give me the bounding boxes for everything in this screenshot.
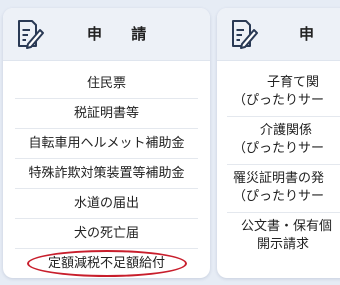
- menu-item-sublabel: （ぴったりサー: [233, 93, 325, 108]
- menu-item-label: 犬の死亡届: [73, 226, 139, 241]
- application-menu: 申 請 住民票 税証明書等 自転車用ヘルメット補助金 特殊詐欺対策装置等補助金 …: [0, 0, 340, 285]
- menu-item-sublabel: （ぴったりサー: [233, 141, 325, 156]
- card-title: 申 請: [299, 25, 340, 43]
- menu-item-sublabel: 開示請求: [257, 237, 310, 252]
- menu-item-label: 税証明書等: [73, 106, 139, 121]
- menu-item-public-document-disclosure[interactable]: 公文書・保有個 開示請求: [227, 213, 340, 260]
- application-list: 子育て関 （ぴったりサー 介護関係 （ぴったりサー 罹災証明書の発 （ぴったりサ…: [217, 69, 340, 260]
- menu-item-label: 自転車用ヘルメット補助金: [28, 136, 185, 151]
- menu-item-tax-certificate[interactable]: 税証明書等: [15, 99, 198, 129]
- application-card-left: 申 請 住民票 税証明書等 自転車用ヘルメット補助金 特殊詐欺対策装置等補助金 …: [3, 8, 210, 278]
- menu-item-bicycle-helmet-subsidy[interactable]: 自転車用ヘルメット補助金: [15, 129, 198, 159]
- application-list: 住民票 税証明書等 自転車用ヘルメット補助金 特殊詐欺対策装置等補助金 水道の届…: [3, 69, 210, 278]
- document-pen-icon: [18, 20, 44, 49]
- card-title: 申 請: [87, 25, 159, 43]
- menu-item-water-notification[interactable]: 水道の届出: [15, 189, 198, 219]
- menu-item-dog-death-notice[interactable]: 犬の死亡届: [15, 219, 198, 249]
- menu-item-resident-record[interactable]: 住民票: [15, 69, 198, 99]
- menu-item-label: 罹災証明書の発: [233, 171, 325, 186]
- menu-item-fraud-prevention-subsidy[interactable]: 特殊詐欺対策装置等補助金: [15, 159, 198, 189]
- menu-item-label: 定額減税不足額給付: [47, 256, 165, 271]
- menu-item-nursing-care[interactable]: 介護関係 （ぴったりサー: [227, 117, 340, 165]
- card-header: 申 請: [3, 8, 210, 61]
- card-header: 申 請: [217, 8, 340, 61]
- menu-item-label: 介護関係: [260, 123, 313, 138]
- document-pen-icon: [232, 20, 258, 49]
- menu-item-label: 水道の届出: [73, 196, 139, 211]
- menu-item-label: 子育て関: [267, 75, 320, 90]
- menu-item-sublabel: （ぴったりサー: [233, 189, 325, 204]
- menu-item-label: 特殊詐欺対策装置等補助金: [28, 166, 185, 181]
- menu-item-tax-reduction-shortfall-benefit[interactable]: 定額減税不足額給付: [15, 249, 198, 278]
- menu-item-childcare[interactable]: 子育て関 （ぴったりサー: [227, 69, 340, 117]
- menu-item-disaster-certificate[interactable]: 罹災証明書の発 （ぴったりサー: [227, 165, 340, 213]
- application-card-right: 申 請 子育て関 （ぴったりサー 介護関係 （ぴったりサー 罹災証明書の発 （ぴ…: [217, 8, 340, 278]
- menu-item-label: 公文書・保有個: [241, 219, 333, 234]
- menu-item-label: 住民票: [86, 76, 126, 91]
